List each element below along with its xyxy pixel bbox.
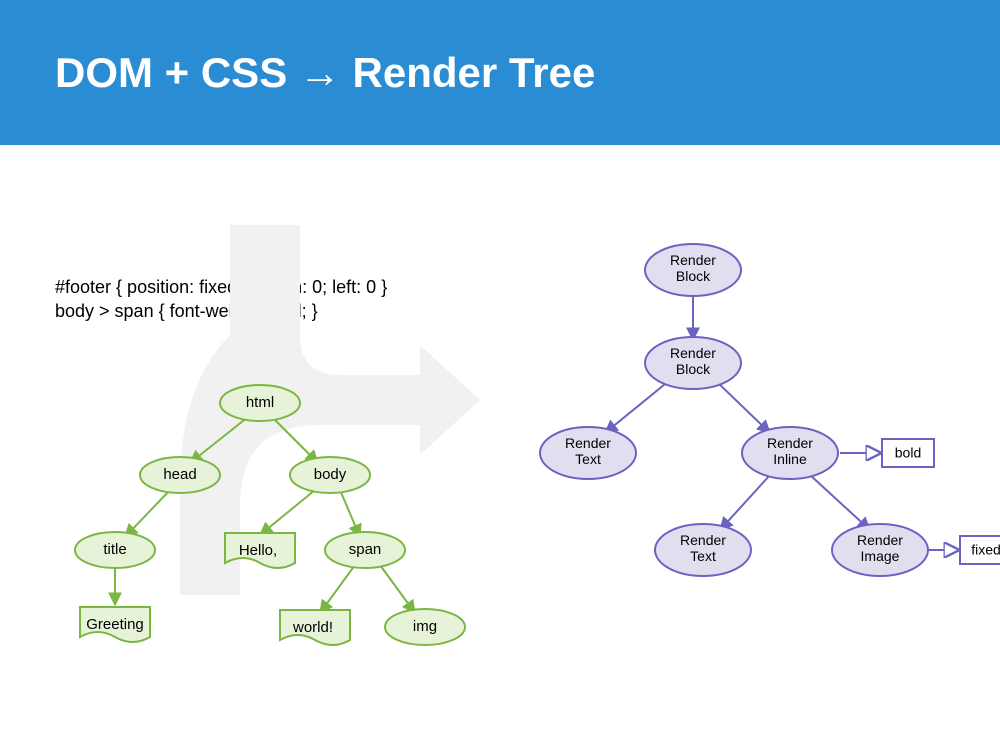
dom-edge (340, 490, 360, 537)
dom-edge (272, 417, 318, 463)
render-node-label: Text (690, 548, 716, 564)
render-annot-fixed: fixed (960, 536, 1000, 564)
dom-node-label: img (413, 618, 437, 635)
dom-node-label: head (163, 466, 196, 483)
render-node-label: Render (857, 532, 903, 548)
render-node-label: Render (767, 435, 813, 451)
render-node-text-1: Render Text (540, 427, 636, 479)
dom-doc-label: Greeting (86, 616, 144, 633)
render-node-label: Block (676, 268, 711, 284)
render-edge (810, 475, 870, 530)
render-node-label: Render (670, 252, 716, 268)
slide-header: DOM + CSS → Render Tree (0, 0, 1000, 145)
dom-node-title: title (75, 532, 155, 568)
render-node-label: Block (676, 361, 711, 377)
dom-edge (260, 490, 315, 535)
dom-edge (320, 565, 355, 613)
render-node-inline: Render Inline (742, 427, 838, 479)
dom-node-label: title (103, 541, 126, 558)
render-node-label: Render (670, 345, 716, 361)
render-annot-label: bold (895, 445, 921, 461)
render-node-image: Render Image (832, 524, 928, 576)
dom-doc-world: world! (280, 610, 350, 645)
dom-node-label: body (314, 466, 347, 483)
dom-edge (125, 490, 170, 537)
dom-node-label: html (246, 394, 274, 411)
dom-node-label: span (349, 541, 382, 558)
render-annot-bold: bold (882, 439, 934, 467)
dom-doc-label: Hello, (239, 542, 277, 559)
render-node-label: Image (861, 548, 900, 564)
render-node-block-body: Render Block (645, 337, 741, 389)
render-node-label: Render (680, 532, 726, 548)
dom-doc-greeting: Greeting (80, 607, 150, 642)
slide-content: #footer { position: fixed; bottom: 0; le… (0, 145, 1000, 750)
dom-edge (190, 417, 248, 463)
render-node-block-root: Render Block (645, 244, 741, 296)
diagram-svg: html head body title span img Gr (0, 145, 1000, 750)
dom-doc-hello: Hello, (225, 533, 295, 568)
dom-node-img: img (385, 609, 465, 645)
render-edge (605, 380, 670, 433)
dom-edge (380, 565, 415, 613)
dom-node-html: html (220, 385, 300, 421)
render-annot-label: fixed (971, 542, 1000, 558)
render-edge (715, 380, 770, 433)
dom-doc-label: world! (292, 619, 333, 636)
render-node-text-2: Render Text (655, 524, 751, 576)
render-node-label: Inline (773, 451, 807, 467)
render-node-label: Text (575, 451, 601, 467)
render-node-label: Render (565, 435, 611, 451)
dom-node-span: span (325, 532, 405, 568)
dom-node-body: body (290, 457, 370, 493)
render-edge (720, 475, 770, 530)
slide-title: DOM + CSS → Render Tree (55, 49, 595, 97)
dom-node-head: head (140, 457, 220, 493)
